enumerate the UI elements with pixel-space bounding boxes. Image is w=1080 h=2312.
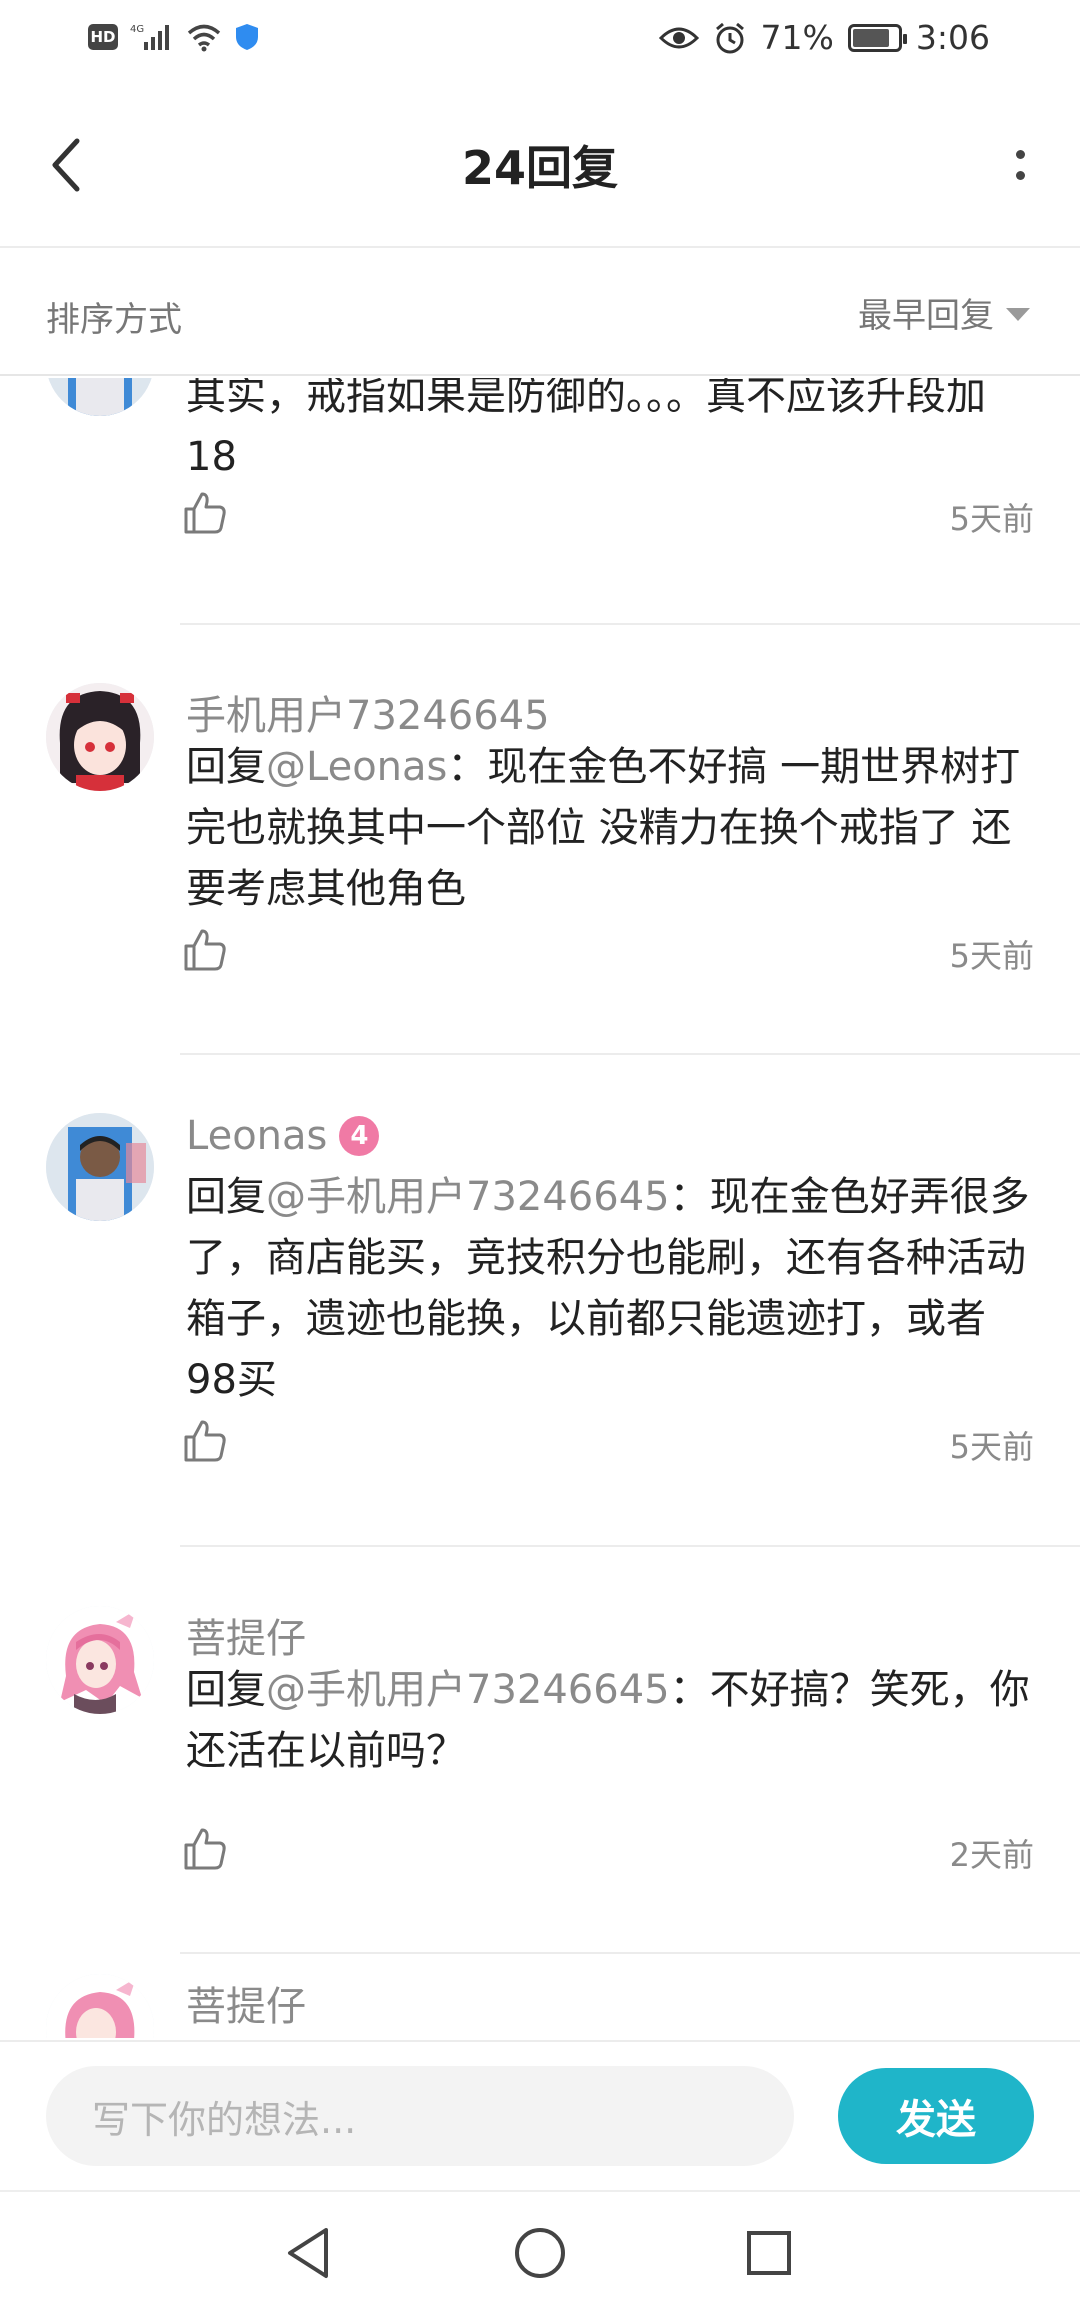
status-right-icons: 71% 3:06 [658, 18, 990, 57]
divider [180, 1053, 1080, 1055]
circle-home-icon [515, 2228, 565, 2278]
reply-prefix: 回复 [186, 1174, 266, 1220]
nav-home-button[interactable] [507, 2220, 573, 2286]
sort-label: 排序方式 [46, 300, 182, 340]
username-text: 菩提仔 [186, 1616, 306, 1662]
divider [180, 1952, 1080, 1954]
input-placeholder: 写下你的想法... [92, 2097, 357, 2142]
comment-time: 5天前 [949, 500, 1034, 538]
square-recents-icon [747, 2231, 791, 2275]
page-title: 24回复 [461, 141, 618, 195]
comment-time: 2天前 [949, 1836, 1034, 1874]
battery-percent: 71% [760, 18, 834, 57]
avatar[interactable] [46, 683, 154, 791]
system-nav-bar [0, 2190, 1080, 2312]
mention-link[interactable]: @手机用户73246645 [266, 1174, 670, 1220]
divider [180, 1545, 1080, 1547]
network-type-label: 4G [130, 24, 144, 35]
avatar[interactable] [46, 1974, 154, 2038]
like-button[interactable] [180, 488, 230, 538]
nav-recents-button[interactable] [736, 2220, 802, 2286]
pink-hair-avatar-icon [46, 1606, 154, 1714]
comment-input[interactable]: 写下你的想法... [46, 2066, 794, 2166]
nav-back-button[interactable] [276, 2220, 342, 2286]
username[interactable]: 菩提仔 [186, 1974, 306, 2032]
comment-body: 其实，戒指如果是防御的。。。真不应该升段加18 [186, 378, 986, 480]
username-text: 手机用户73246645 [186, 693, 550, 739]
comment-text: 回复@Leonas：现在金色不好搞 一期世界树打完也就换其中一个部位 没精力在换… [186, 737, 1036, 920]
more-dot [1015, 171, 1025, 180]
username-text: 菩提仔 [186, 1984, 306, 2030]
avatar[interactable] [46, 1113, 154, 1221]
avatar[interactable] [46, 1606, 154, 1714]
comment-time: 5天前 [949, 937, 1034, 975]
comment-list[interactable]: 其实，戒指如果是防御的。。。真不应该升段加18 5天前 手机用户73246645… [0, 378, 1080, 2038]
status-bar: HD 4G 71% 3:06 [0, 0, 1080, 80]
signal-icon: 4G [130, 24, 169, 50]
thumbs-up-icon [184, 929, 226, 971]
triangle-back-icon [288, 2228, 328, 2278]
reply-prefix: 回复 [186, 744, 266, 790]
username[interactable]: Leonas 4 [186, 1113, 380, 1159]
comment-text: 其实，戒指如果是防御的。。。真不应该升段加18 [186, 378, 1036, 488]
sort-bar: 排序方式 最早回复 [0, 250, 1080, 376]
mention-link[interactable]: @Leonas [266, 744, 447, 790]
username-text: Leonas [186, 1113, 328, 1159]
comment-text: 回复@手机用户73246645：现在金色好弄很多了，商店能买，竞技积分也能刷，还… [186, 1167, 1036, 1411]
pink-hair-avatar-icon [46, 1974, 154, 2038]
comment-text: 回复@手机用户73246645：不好搞？笑死，你还活在以前吗？ [186, 1660, 1036, 1782]
like-button[interactable] [180, 1416, 230, 1466]
header: 24回复 [0, 80, 1080, 248]
comment-input-bar: 写下你的想法... 发送 [0, 2040, 1080, 2190]
hd-badge: HD [88, 24, 118, 50]
anime-girl-avatar-icon [46, 683, 154, 791]
caret-down-icon [1006, 308, 1030, 321]
sort-selected-value: 最早回复 [858, 296, 994, 336]
username[interactable]: 手机用户73246645 [186, 683, 550, 741]
divider [180, 623, 1080, 625]
thumbs-up-icon [184, 1828, 226, 1870]
username[interactable]: 菩提仔 [186, 1606, 306, 1664]
thumbs-up-icon [184, 492, 226, 534]
user-photo-icon [46, 378, 154, 416]
level-badge: 4 [339, 1116, 380, 1156]
avatar[interactable] [46, 378, 154, 416]
sort-dropdown[interactable]: 最早回复 [858, 288, 1030, 337]
thumbs-up-icon [184, 1420, 226, 1462]
clock: 3:06 [915, 18, 990, 57]
status-left-icons: HD 4G [88, 22, 260, 52]
wifi-icon [187, 24, 221, 52]
eye-icon [658, 27, 699, 48]
like-button[interactable] [180, 925, 230, 975]
battery-icon [847, 23, 907, 52]
reply-prefix: 回复 [186, 1667, 266, 1713]
alarm-icon [715, 22, 744, 53]
like-button[interactable] [180, 1824, 230, 1874]
shield-icon [236, 24, 258, 50]
comment-time: 5天前 [949, 1428, 1034, 1466]
more-options-button[interactable] [990, 130, 1050, 200]
send-button[interactable]: 发送 [838, 2068, 1034, 2164]
more-dot [1015, 150, 1025, 159]
user-photo-icon [46, 1113, 154, 1221]
mention-link[interactable]: @手机用户73246645 [266, 1667, 670, 1713]
